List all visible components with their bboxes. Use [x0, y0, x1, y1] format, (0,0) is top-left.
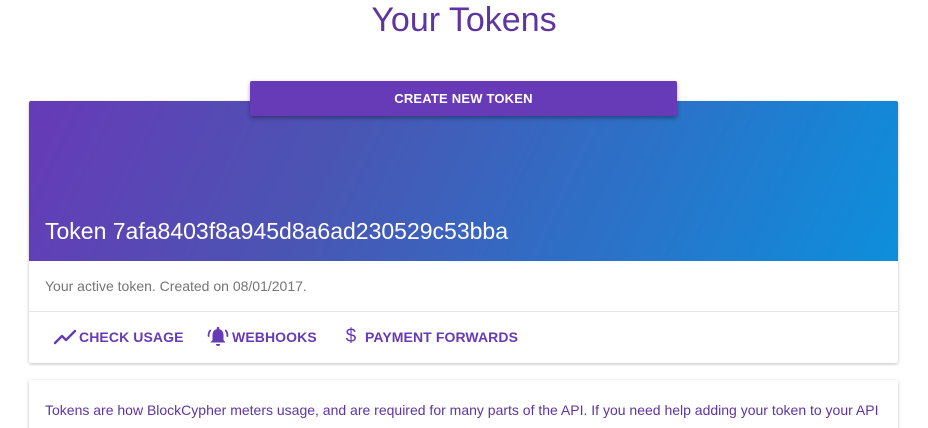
token-card-header: Token 7afa8403f8a945d8a6ad230529c53bba — [29, 101, 898, 261]
token-info-text: Tokens are how BlockCypher meters usage,… — [45, 402, 879, 418]
token-title: Token 7afa8403f8a945d8a6ad230529c53bba — [45, 218, 508, 244]
token-info-card: Tokens are how BlockCypher meters usage,… — [29, 380, 898, 428]
token-card: Token 7afa8403f8a945d8a6ad230529c53bba Y… — [29, 101, 898, 363]
trending-up-icon — [53, 325, 77, 349]
token-card-actions: CHECK USAGE WEBHOOKS $ PAYMENT FORWARDS — [29, 319, 898, 355]
check-usage-button[interactable]: CHECK USAGE — [53, 319, 184, 355]
token-created-text: Your active token. Created on 08/01/2017… — [45, 278, 307, 294]
payment-forwards-button[interactable]: $ PAYMENT FORWARDS — [345, 319, 518, 355]
check-usage-label: CHECK USAGE — [79, 329, 184, 345]
webhooks-label: WEBHOOKS — [232, 329, 317, 345]
webhooks-button[interactable]: WEBHOOKS — [206, 319, 317, 355]
create-new-token-button[interactable]: CREATE NEW TOKEN — [250, 81, 677, 116]
payment-forwards-label: PAYMENT FORWARDS — [365, 329, 519, 345]
page-title: Your Tokens — [371, 1, 557, 39]
dollar-icon: $ — [345, 326, 357, 347]
bell-ring-icon — [206, 325, 230, 349]
card-divider — [29, 311, 898, 312]
tokens-page: Your Tokens CREATE NEW TOKEN Token 7afa8… — [0, 0, 928, 428]
